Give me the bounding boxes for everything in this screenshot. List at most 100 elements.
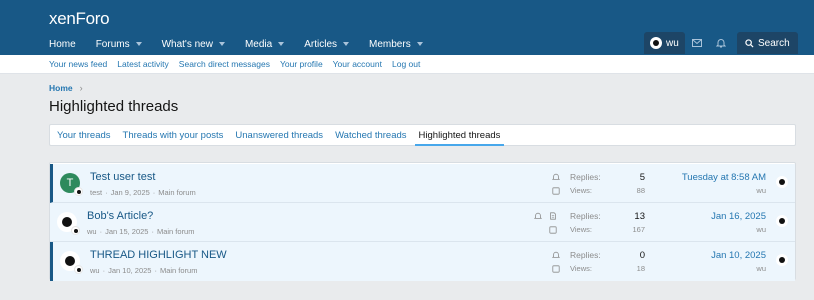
- meta-separator: ·: [151, 227, 154, 236]
- last-post-date[interactable]: Jan 10, 2025: [646, 250, 766, 261]
- thread-list: T Test user test test · Jan 9, 2025 · Ma…: [49, 162, 796, 281]
- nav-forums-label: Forums: [95, 38, 130, 50]
- nav-members-label: Members: [369, 38, 411, 50]
- views-count: 88: [636, 186, 645, 195]
- thread-meta: wu · Jan 10, 2025 · Main forum: [90, 266, 197, 275]
- tab-watched[interactable]: Watched threads: [331, 125, 410, 145]
- last-post-user[interactable]: wu: [706, 264, 766, 273]
- bell-icon: [552, 251, 560, 258]
- bell-icon[interactable]: [714, 36, 728, 50]
- thread-date[interactable]: Jan 15, 2025: [105, 227, 148, 236]
- table-row[interactable]: T Test user test test · Jan 9, 2025 · Ma…: [50, 164, 795, 203]
- thread-tabs: Your threads Threads with your posts Una…: [49, 124, 796, 146]
- breadcrumb: Home ›: [49, 83, 83, 93]
- replies-count: 0: [639, 250, 645, 261]
- search-button[interactable]: Search: [737, 32, 798, 54]
- thread-title[interactable]: Bob's Article?: [87, 210, 153, 222]
- article-icon: [550, 212, 556, 220]
- page-title: Highlighted threads: [49, 98, 179, 115]
- nav-media-label: Media: [244, 38, 273, 50]
- avatar: [71, 226, 80, 235]
- tab-your-threads[interactable]: Your threads: [53, 125, 115, 145]
- checkbox-icon[interactable]: [549, 226, 557, 234]
- replies-label: Replies:: [570, 211, 601, 221]
- nav-whats-new-label: What's new: [161, 38, 213, 50]
- table-row[interactable]: THREAD HIGHLIGHT NEW wu · Jan 10, 2025 ·…: [50, 242, 795, 281]
- subnav-search-dms[interactable]: Search direct messages: [179, 59, 270, 69]
- meta-separator: ·: [154, 266, 157, 275]
- chevron-down-icon[interactable]: [343, 42, 350, 46]
- sub-nav: Your news feed Latest activity Search di…: [0, 55, 814, 74]
- avatar[interactable]: [776, 254, 788, 266]
- envelope-icon[interactable]: [690, 36, 704, 50]
- checkbox-icon[interactable]: [552, 187, 560, 195]
- subnav-your-account[interactable]: Your account: [333, 59, 382, 69]
- tab-threads-with-posts[interactable]: Threads with your posts: [119, 125, 228, 145]
- subnav-news-feed[interactable]: Your news feed: [49, 59, 107, 69]
- chevron-right-icon: ›: [79, 83, 83, 93]
- thread-meta: test · Jan 9, 2025 · Main forum: [90, 188, 196, 197]
- nav-articles-label: Articles: [304, 38, 338, 50]
- meta-separator: ·: [105, 188, 108, 197]
- meta-separator: ·: [152, 188, 156, 197]
- tab-unanswered[interactable]: Unanswered threads: [231, 125, 327, 145]
- nav-forums[interactable]: Forums: [96, 33, 142, 55]
- thread-date[interactable]: Jan 10, 2025: [108, 266, 151, 275]
- replies-label: Replies:: [570, 172, 601, 182]
- thread-forum[interactable]: Main forum: [157, 227, 195, 236]
- thread-forum[interactable]: Main forum: [158, 188, 196, 197]
- views-label: Views:: [570, 225, 592, 234]
- bell-icon: [552, 173, 560, 180]
- thread-title[interactable]: THREAD HIGHLIGHT NEW: [90, 249, 227, 261]
- tab-highlighted[interactable]: Highlighted threads: [414, 125, 505, 146]
- views-count: 167: [632, 225, 645, 234]
- site-header: xenForo Home Forums What's new Media Art…: [0, 0, 814, 55]
- meta-separator: ·: [102, 266, 106, 275]
- thread-author[interactable]: wu: [90, 266, 100, 275]
- main-nav: Home Forums What's new Media Articles Me…: [49, 33, 443, 55]
- search-label: Search: [758, 37, 790, 49]
- site-logo[interactable]: xenForo: [49, 9, 110, 29]
- views-label: Views:: [570, 186, 592, 195]
- search-icon: [745, 38, 754, 48]
- replies-label: Replies:: [570, 250, 601, 260]
- nav-members[interactable]: Members: [369, 33, 423, 55]
- nav-home[interactable]: Home: [49, 33, 76, 55]
- table-row[interactable]: Bob's Article? wu · Jan 15, 2025 · Main …: [50, 203, 795, 242]
- last-post-user[interactable]: wu: [706, 225, 766, 234]
- avatar[interactable]: [776, 215, 788, 227]
- nav-media[interactable]: Media: [244, 33, 285, 55]
- thread-author[interactable]: wu: [87, 227, 97, 236]
- chevron-down-icon[interactable]: [278, 42, 285, 46]
- subnav-latest-activity[interactable]: Latest activity: [117, 59, 169, 69]
- avatar: [74, 265, 83, 274]
- avatar[interactable]: [776, 176, 788, 188]
- avatar: [650, 37, 662, 49]
- last-post-user[interactable]: wu: [706, 186, 766, 195]
- replies-count: 5: [639, 172, 645, 183]
- replies-count: 13: [634, 211, 645, 222]
- meta-separator: ·: [99, 227, 103, 236]
- chevron-down-icon[interactable]: [135, 42, 142, 46]
- thread-date[interactable]: Jan 9, 2025: [111, 188, 150, 197]
- avatar: [74, 187, 83, 196]
- views-count: 18: [636, 264, 645, 273]
- subnav-log-out[interactable]: Log out: [392, 59, 420, 69]
- chevron-down-icon[interactable]: [416, 42, 423, 46]
- nav-whats-new[interactable]: What's new: [162, 33, 225, 55]
- checkbox-icon[interactable]: [552, 265, 560, 273]
- thread-meta: wu · Jan 15, 2025 · Main forum: [87, 227, 194, 236]
- breadcrumb-home[interactable]: Home: [49, 83, 73, 93]
- nav-articles[interactable]: Articles: [304, 33, 350, 55]
- thread-author[interactable]: test: [90, 188, 102, 197]
- subnav-your-profile[interactable]: Your profile: [280, 59, 323, 69]
- account-menu[interactable]: wu: [644, 32, 685, 54]
- last-post-date[interactable]: Jan 16, 2025: [646, 211, 766, 222]
- last-post-date[interactable]: Tuesday at 8:58 AM: [646, 172, 766, 183]
- chevron-down-icon[interactable]: [218, 42, 225, 46]
- account-username: wu: [666, 37, 679, 49]
- nav-home-label: Home: [49, 38, 76, 50]
- thread-title[interactable]: Test user test: [90, 171, 155, 183]
- thread-forum[interactable]: Main forum: [160, 266, 198, 275]
- views-label: Views:: [570, 264, 592, 273]
